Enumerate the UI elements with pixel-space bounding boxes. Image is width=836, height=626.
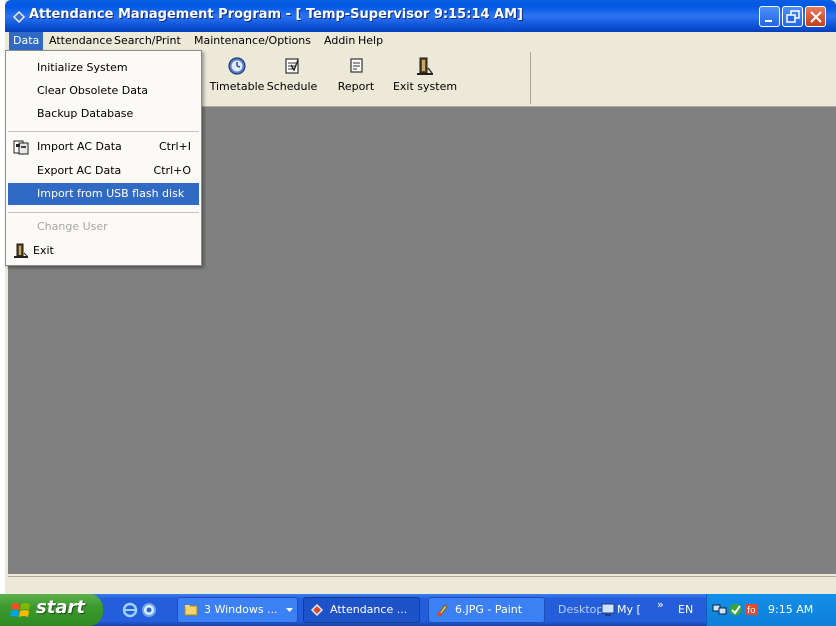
taskbar: start 3 Windows ... Attendance ... 6.JPG… <box>0 594 836 626</box>
browser-icon[interactable] <box>141 602 157 618</box>
app-icon <box>311 604 323 616</box>
menu-item-label: Import AC Data <box>37 140 122 153</box>
menu-separator <box>8 131 199 132</box>
status-bar <box>8 576 836 594</box>
window-title: Attendance Management Program - [ Temp-S… <box>29 7 523 22</box>
schedule-label: Schedule <box>266 80 318 93</box>
taskbar-item-windows-explorer[interactable]: 3 Windows ... <box>177 597 298 623</box>
svg-text:fo: fo <box>747 606 756 616</box>
restore-icon <box>786 10 800 23</box>
menu-help[interactable]: Help <box>354 32 387 50</box>
menu-item-label: Exit <box>33 244 54 257</box>
start-label: start <box>36 597 85 618</box>
menu-separator <box>8 212 199 213</box>
desktop-toolbar-label[interactable]: Desktop <box>558 603 603 616</box>
menu-item-change-user[interactable]: Change User <box>8 216 199 238</box>
network-icon[interactable] <box>712 602 727 617</box>
import-icon <box>13 140 29 155</box>
schedule-icon <box>285 58 299 74</box>
windows-flag-icon <box>10 603 30 617</box>
minimize-icon <box>765 20 772 22</box>
taskbar-item-label: 3 Windows ... <box>204 603 278 616</box>
language-indicator[interactable]: EN <box>678 603 693 616</box>
exit-icon <box>417 57 433 75</box>
menu-item-import-ac-data[interactable]: Import AC Data Ctrl+I <box>8 136 199 158</box>
menu-item-exit[interactable]: Exit <box>8 240 199 262</box>
my-computer-icon[interactable] <box>600 602 616 618</box>
timetable-label: Timetable <box>209 80 265 93</box>
restore-button[interactable] <box>782 6 803 27</box>
toolbar-separator <box>530 52 531 104</box>
menu-maintenance-options[interactable]: Maintenance/Options <box>190 32 315 50</box>
menu-item-label: Initialize System <box>37 61 128 74</box>
taskbar-item-label: Attendance ... <box>330 603 408 616</box>
schedule-button[interactable]: Schedule <box>266 54 318 100</box>
menu-item-label: Import from USB flash disk <box>37 187 185 200</box>
clock[interactable]: 9:15 AM <box>768 603 813 616</box>
taskbar-item-attendance[interactable]: Attendance ... <box>303 597 420 623</box>
menu-item-backup-database[interactable]: Backup Database <box>8 103 199 125</box>
menu-data[interactable]: Data <box>9 32 44 50</box>
folder-icon <box>184 605 198 616</box>
menu-item-export-ac-data[interactable]: Export AC Data Ctrl+O <box>8 160 199 182</box>
chevron-down-icon <box>286 608 293 612</box>
shortcut-label: Ctrl+O <box>153 164 191 177</box>
chevron-right-icon[interactable]: » <box>657 598 664 611</box>
my-computer-label[interactable]: My [ <box>617 603 641 616</box>
menu-search-print[interactable]: Search/Print <box>110 32 185 50</box>
internet-explorer-icon[interactable] <box>122 602 138 618</box>
exit-icon <box>14 243 28 258</box>
taskbar-item-label: 6.JPG - Paint <box>455 603 523 616</box>
timetable-button[interactable]: Timetable <box>209 54 265 100</box>
title-bar[interactable]: Attendance Management Program - [ Temp-S… <box>5 0 836 32</box>
menu-item-label: Backup Database <box>37 107 134 120</box>
security-icon[interactable]: fo <box>744 602 759 617</box>
menu-attendance[interactable]: Attendance <box>45 32 116 50</box>
menu-bar: Data Attendance Search/Print Maintenance… <box>5 32 836 50</box>
start-button[interactable]: start <box>0 594 103 626</box>
shortcut-label: Ctrl+I <box>158 140 191 153</box>
menu-item-label: Export AC Data <box>37 164 122 177</box>
paint-icon <box>437 604 448 617</box>
report-button[interactable]: Report <box>335 54 377 100</box>
clock-icon <box>228 57 246 75</box>
menu-item-label: Clear Obsolete Data <box>37 84 149 97</box>
report-label: Report <box>337 80 375 93</box>
menu-item-clear-obsolete-data[interactable]: Clear Obsolete Data <box>8 80 199 102</box>
minimize-button[interactable] <box>759 6 780 27</box>
close-button[interactable] <box>805 6 826 27</box>
taskbar-item-paint[interactable]: 6.JPG - Paint <box>428 597 545 623</box>
exit-system-label: Exit system <box>392 80 458 93</box>
close-icon <box>810 11 822 23</box>
antivirus-icon[interactable] <box>728 602 743 617</box>
menu-item-label: Change User <box>37 220 108 233</box>
exit-system-button[interactable]: Exit system <box>392 54 458 100</box>
data-menu-dropdown: Initialize System Clear Obsolete Data Ba… <box>5 50 202 266</box>
menu-item-initialize-system[interactable]: Initialize System <box>8 57 199 79</box>
report-icon <box>350 58 363 73</box>
app-icon <box>13 11 25 23</box>
menu-item-import-from-usb[interactable]: Import from USB flash disk <box>8 183 199 205</box>
